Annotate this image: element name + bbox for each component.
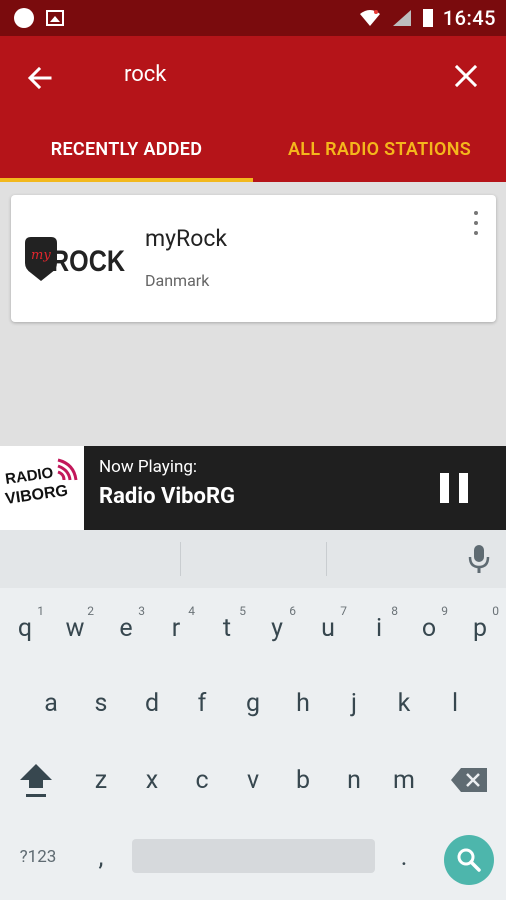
more-options-icon[interactable] (472, 211, 480, 235)
svg-text:my: my (31, 248, 51, 263)
signal-icon (392, 10, 411, 26)
image-notification-icon (46, 10, 64, 26)
station-name: myRock (145, 225, 228, 252)
key-y[interactable]: 6y (252, 598, 302, 658)
shift-icon[interactable] (11, 750, 61, 810)
key-j[interactable]: j (329, 673, 379, 733)
arrow-left-icon[interactable] (24, 62, 56, 94)
key-x[interactable]: x (127, 750, 177, 810)
search-toolbar: rock (0, 36, 506, 116)
key-a[interactable]: a (26, 673, 76, 733)
soft-keyboard: 1q 2w 3e 4r 5t 6y 7u 8i 9o 0p a s d f g … (0, 530, 506, 900)
station-country: Danmark (145, 271, 210, 290)
key-q[interactable]: 1q (0, 598, 50, 658)
key-period[interactable]: . (379, 827, 429, 887)
backspace-icon[interactable] (445, 750, 495, 810)
suggestion-strip (0, 530, 506, 588)
now-playing-station: Radio ViboRG (99, 484, 236, 509)
key-t[interactable]: 5t (202, 598, 252, 658)
results-list: my ROCK myRock Danmark (0, 182, 506, 446)
symbols-key[interactable]: ?123 (13, 827, 63, 887)
key-r[interactable]: 4r (151, 598, 201, 658)
search-input[interactable]: rock (124, 62, 166, 87)
key-c[interactable]: c (177, 750, 227, 810)
key-o[interactable]: 9o (404, 598, 454, 658)
key-i[interactable]: 8i (354, 598, 404, 658)
key-f[interactable]: f (177, 673, 227, 733)
key-comma[interactable]: , (76, 827, 126, 887)
divider (180, 542, 181, 576)
status-bar: 16:45 (0, 0, 506, 36)
now-playing-label: Now Playing: (99, 457, 198, 477)
microphone-icon[interactable] (468, 544, 490, 574)
key-m[interactable]: m (379, 750, 429, 810)
key-n[interactable]: n (329, 750, 379, 810)
pause-icon[interactable] (440, 473, 468, 503)
key-w[interactable]: 2w (50, 598, 100, 658)
station-logo: my ROCK (25, 237, 125, 281)
wifi-icon (359, 10, 380, 26)
now-playing-bar[interactable]: RADIO VIBORG Now Playing: Radio ViboRG (0, 446, 506, 530)
station-logo: RADIO VIBORG (0, 446, 84, 530)
tab-all-radio-stations[interactable]: ALL RADIO STATIONS (253, 116, 506, 182)
notification-dot-icon (14, 8, 34, 28)
close-icon[interactable] (452, 62, 480, 90)
battery-icon (422, 9, 433, 27)
tab-recently-added[interactable]: RECENTLY ADDED (0, 116, 253, 182)
key-p[interactable]: 0p (455, 598, 505, 658)
key-z[interactable]: z (76, 750, 126, 810)
key-e[interactable]: 3e (101, 598, 151, 658)
key-d[interactable]: d (127, 673, 177, 733)
key-g[interactable]: g (228, 673, 278, 733)
key-u[interactable]: 7u (303, 598, 353, 658)
spacebar[interactable] (132, 839, 375, 873)
key-h[interactable]: h (278, 673, 328, 733)
svg-text:ROCK: ROCK (51, 245, 125, 278)
tab-bar: RECENTLY ADDED ALL RADIO STATIONS (0, 116, 506, 182)
clock: 16:45 (442, 6, 496, 30)
key-b[interactable]: b (278, 750, 328, 810)
search-key[interactable] (444, 835, 494, 885)
key-k[interactable]: k (379, 673, 429, 733)
divider (326, 542, 327, 576)
key-s[interactable]: s (76, 673, 126, 733)
search-icon (457, 848, 481, 872)
list-item[interactable]: my ROCK myRock Danmark (11, 195, 496, 322)
key-l[interactable]: l (430, 673, 480, 733)
key-v[interactable]: v (228, 750, 278, 810)
